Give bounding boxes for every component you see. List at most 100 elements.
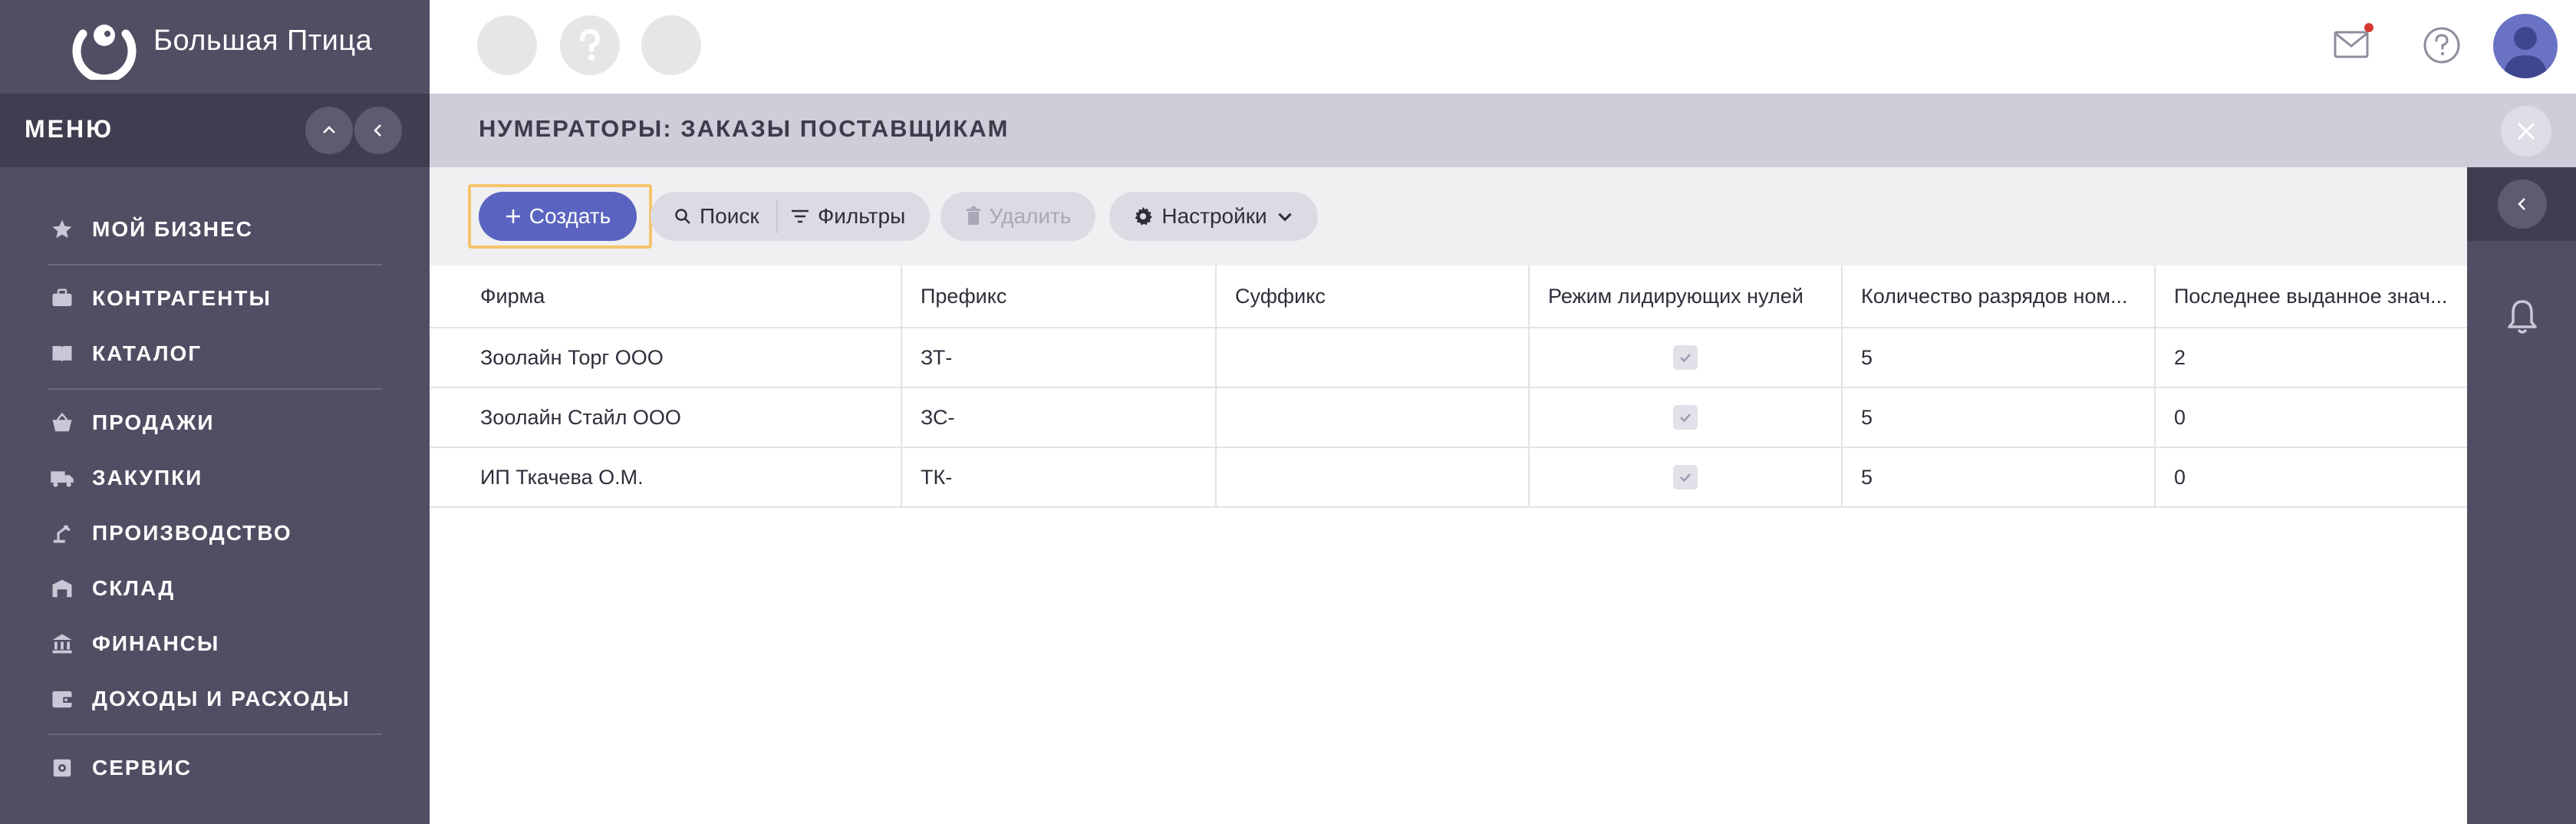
- sidebar-item-label: МОЙ БИЗНЕС: [92, 217, 253, 241]
- cell-last-value: 0: [2154, 388, 2467, 447]
- right-panel-header: [2467, 167, 2576, 241]
- divider: [48, 733, 382, 735]
- chevron-up-icon: [323, 126, 335, 133]
- page-title: НУМЕРАТОРЫ: ЗАКАЗЫ ПОСТАВЩИКАМ: [479, 115, 1010, 142]
- table-row[interactable]: ИП Ткачева О.М. ТК- 5 0: [430, 448, 2467, 508]
- sidebar: Большая Птица МЕНЮ МОЙ БИЗНЕС КОНТРАГЕНТ…: [0, 0, 430, 824]
- cell-prefix: ЗТ-: [901, 328, 1215, 387]
- expand-right-panel-button[interactable]: [2498, 180, 2547, 229]
- checkmark-icon: [1680, 414, 1691, 423]
- chevron-left-icon: [2518, 198, 2525, 210]
- sidebar-item-counterparties[interactable]: КОНТРАГЕНТЫ: [48, 279, 385, 318]
- cell-prefix: ЗС-: [901, 388, 1215, 447]
- delete-button[interactable]: Удалить: [940, 192, 1095, 241]
- help-circle-icon[interactable]: [2420, 23, 2464, 68]
- divider: [48, 388, 382, 390]
- search-button-label: Поиск: [700, 204, 759, 228]
- menu-title: МЕНЮ: [25, 115, 114, 143]
- cell-prefix: ТК-: [901, 448, 1215, 506]
- column-header-firm[interactable]: Фирма: [430, 265, 901, 327]
- menu-header: МЕНЮ: [0, 94, 430, 167]
- sidebar-item-warehouse[interactable]: СКЛАД: [48, 569, 385, 608]
- avatar[interactable]: [2493, 14, 2558, 78]
- topbar-placeholder-button[interactable]: [477, 15, 537, 75]
- leading-zeros-checkbox[interactable]: [1673, 465, 1698, 489]
- bell-icon[interactable]: [2505, 298, 2539, 336]
- cell-last-value: 2: [2154, 328, 2467, 387]
- cell-suffix: [1215, 448, 1528, 506]
- column-header-last-value[interactable]: Последнее выданное знач...: [2154, 265, 2467, 327]
- plus-icon: [506, 209, 520, 223]
- close-icon: [2517, 122, 2535, 140]
- sidebar-item-label: ФИНАНСЫ: [92, 631, 220, 655]
- user-icon: [2504, 27, 2547, 78]
- topbar-help-button[interactable]: [560, 15, 620, 75]
- sidebar-item-my-business[interactable]: МОЙ БИЗНЕС: [48, 210, 385, 249]
- delete-button-label: Удалить: [989, 204, 1072, 228]
- sidebar-item-label: ПРОДАЖИ: [92, 410, 215, 434]
- create-button[interactable]: Создать: [479, 192, 637, 241]
- sidebar-item-service[interactable]: СЕРВИС: [48, 749, 385, 787]
- cell-suffix: [1215, 388, 1528, 447]
- filters-button-label: Фильтры: [818, 204, 906, 228]
- star-icon: [48, 215, 77, 244]
- sidebar-item-catalog[interactable]: КАТАЛОГ: [48, 335, 385, 373]
- column-header-suffix[interactable]: Суффикс: [1215, 265, 1528, 327]
- checkmark-icon: [1680, 354, 1691, 363]
- page-header: НУМЕРАТОРЫ: ЗАКАЗЫ ПОСТАВЩИКАМ: [430, 94, 2576, 167]
- sidebar-item-label: СКЛАД: [92, 576, 176, 600]
- column-header-prefix[interactable]: Префикс: [901, 265, 1215, 327]
- logo-text: Большая Птица: [153, 25, 373, 57]
- truck-icon: [48, 463, 77, 493]
- cell-suffix: [1215, 328, 1528, 387]
- divider: [776, 199, 778, 233]
- search-icon: [675, 209, 690, 224]
- top-bar: [430, 0, 2576, 94]
- cell-leading-zeros: [1528, 388, 1841, 447]
- topbar-placeholder-button[interactable]: [641, 15, 701, 75]
- mail-notification-icon[interactable]: [2332, 23, 2375, 66]
- sidebar-item-production[interactable]: ПРОИЗВОДСТВО: [48, 514, 385, 552]
- leading-zeros-checkbox[interactable]: [1673, 345, 1698, 370]
- bank-icon: [48, 629, 77, 658]
- basket-icon: [48, 408, 77, 437]
- column-header-digits[interactable]: Количество разрядов ном...: [1841, 265, 2154, 327]
- sidebar-item-label: ПРОИЗВОДСТВО: [92, 521, 292, 545]
- numerators-table: Фирма Префикс Суффикс Режим лидирующих н…: [430, 265, 2467, 508]
- table-row[interactable]: Зоолайн Торг ООО ЗТ- 5 2: [430, 328, 2467, 388]
- filters-button[interactable]: Фильтры: [790, 192, 905, 241]
- sidebar-item-purchases[interactable]: ЗАКУПКИ: [48, 459, 385, 497]
- checkmark-icon: [1680, 473, 1691, 483]
- briefcase-icon: [48, 284, 77, 313]
- sidebar-item-income-expenses[interactable]: ДОХОДЫ И РАСХОДЫ: [48, 680, 385, 718]
- sidebar-item-sales[interactable]: ПРОДАЖИ: [48, 404, 385, 442]
- cell-leading-zeros: [1528, 328, 1841, 387]
- sidebar-item-label: КОНТРАГЕНТЫ: [92, 286, 272, 310]
- hide-sidebar-button[interactable]: [354, 107, 402, 154]
- service-icon: [48, 753, 77, 783]
- leading-zeros-checkbox[interactable]: [1673, 405, 1698, 430]
- chevron-left-icon: [374, 124, 381, 137]
- cell-firm: Зоолайн Стайл ООО: [480, 405, 681, 429]
- logo[interactable]: Большая Птица: [0, 0, 430, 92]
- cell-firm: ИП Ткачева О.М.: [480, 465, 644, 489]
- column-header-leading-zeros[interactable]: Режим лидирующих нулей: [1528, 265, 1841, 327]
- cell-last-value: 0: [2154, 448, 2467, 506]
- sidebar-item-label: ДОХОДЫ И РАСХОДЫ: [92, 687, 351, 710]
- settings-button[interactable]: Настройки: [1109, 192, 1318, 241]
- sidebar-item-label: СЕРВИС: [92, 756, 193, 780]
- cell-digits: 5: [1841, 448, 2154, 506]
- right-panel: [2467, 167, 2576, 824]
- question-icon: [580, 28, 601, 61]
- search-filter-group: Поиск Фильтры: [651, 192, 930, 241]
- collapse-menu-button[interactable]: [305, 107, 353, 154]
- table-row[interactable]: Зоолайн Стайл ООО ЗС- 5 0: [430, 388, 2467, 448]
- sidebar-item-finance[interactable]: ФИНАНСЫ: [48, 625, 385, 663]
- close-button[interactable]: [2501, 106, 2551, 157]
- filter-icon: [792, 209, 809, 223]
- search-button[interactable]: Поиск: [674, 192, 759, 241]
- logo-bird-icon: [72, 25, 137, 80]
- cell-digits: 5: [1841, 328, 2154, 387]
- book-icon: [48, 339, 77, 368]
- sidebar-item-label: КАТАЛОГ: [92, 341, 203, 365]
